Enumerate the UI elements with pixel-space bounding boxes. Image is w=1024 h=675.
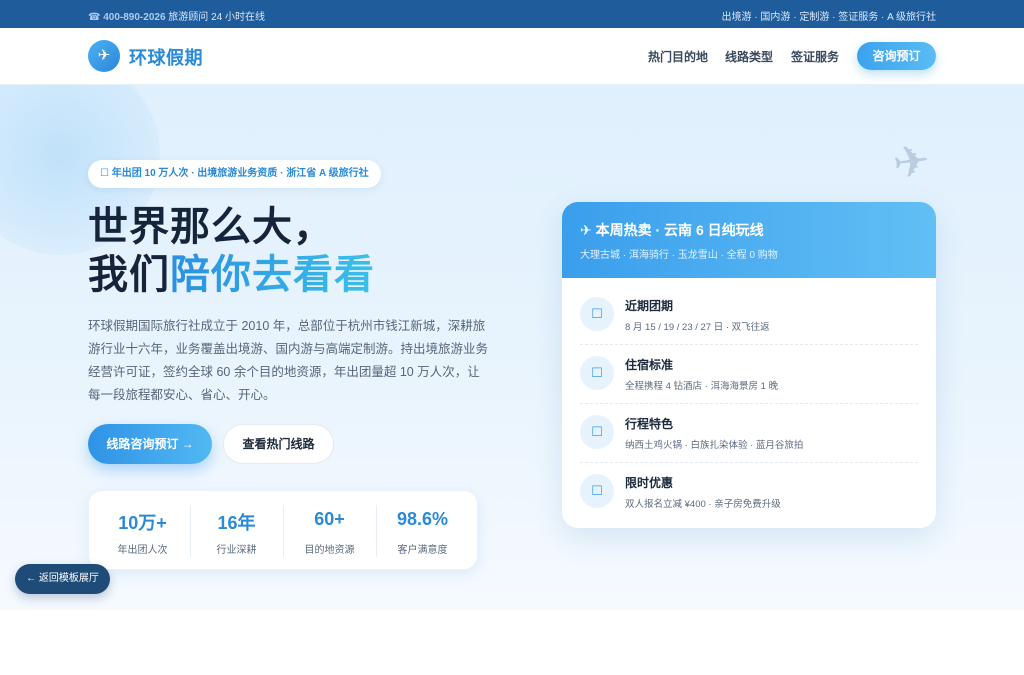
stat-label: 客户满意度 — [397, 545, 448, 556]
item-detail: 双人报名立减 ¥400 · 亲子房免费升级 — [625, 499, 781, 510]
headline-line-2: 我们陪你去看看 — [88, 251, 375, 299]
hotline-note: 旅游顾问 24 小时在线 — [165, 12, 265, 23]
back-to-gallery-button[interactable]: ← 返回模板展厅 — [15, 564, 110, 594]
stat-item: 60+ 目的地资源 — [283, 491, 376, 571]
hotel-icon: ☐ — [580, 356, 614, 390]
stat-label: 年出团人次 — [117, 545, 168, 556]
list-item: ☐ 限时优惠 双人报名立减 ¥400 · 亲子房免费升级 — [580, 464, 918, 522]
consult-booking-button[interactable]: 咨询预订 — [857, 42, 936, 70]
featured-route-card[interactable]: ✈ 本周热卖 · 云南 6 日纯玩线 大理古城 · 洱海骑行 · 玉龙雪山 · … — [562, 202, 936, 528]
list-item: ☐ 行程特色 纳西土鸡火锅 · 白族扎染体验 · 蓝月谷旅拍 — [580, 405, 918, 463]
stat-label: 目的地资源 — [304, 545, 355, 556]
nav-link-route-types[interactable]: 线路类型 — [725, 48, 773, 65]
hero-section: ✈ ☐ 年出团 10 万人次 · 出境旅游业务资质 · 浙江省 A 级旅行社 世… — [0, 85, 1024, 610]
item-detail: 全程携程 4 钻酒店 · 洱海海景房 1 晚 — [625, 381, 779, 392]
nav-link-visa[interactable]: 签证服务 — [791, 48, 839, 65]
credential-badge: ☐ 年出团 10 万人次 · 出境旅游业务资质 · 浙江省 A 级旅行社 — [88, 160, 381, 188]
item-title: 近期团期 — [625, 299, 674, 313]
stats-panel: 10万+ 年出团人次 16年 行业深耕 60+ 目的地资源 98.6% 客户满意… — [88, 490, 478, 570]
stat-label: 行业深耕 — [216, 545, 257, 556]
item-detail: 8 月 15 / 19 / 23 / 27 日 · 双飞往返 — [625, 322, 770, 333]
brand-name[interactable]: 环球假期 — [129, 44, 203, 70]
card-header: ✈ 本周热卖 · 云南 6 日纯玩线 大理古城 · 洱海骑行 · 玉龙雪山 · … — [562, 202, 936, 278]
top-info-bar: ☎ 400-890-2026 旅游顾问 24 小时在线 出境游 · 国内游 · … — [0, 0, 1024, 28]
card-title: ✈ 本周热卖 · 云南 6 日纯玩线 — [580, 222, 764, 238]
view-routes-button[interactable]: 查看热门线路 — [223, 424, 334, 464]
hotline-phone[interactable]: ☎ 400-890-2026 — [88, 12, 166, 23]
item-title: 住宿标准 — [625, 358, 674, 372]
main-navbar: ✈ 环球假期 热门目的地 线路类型 签证服务 咨询预订 — [0, 28, 1024, 85]
service-links: 出境游 · 国内游 · 定制游 · 签证服务 · A 级旅行社 — [721, 12, 936, 23]
list-item: ☐ 近期团期 8 月 15 / 19 / 23 / 27 日 · 双飞往返 — [580, 287, 918, 345]
company-description: 环球假期国际旅行社成立于 2010 年，总部位于杭州市钱江新城，深耕旅游行业十六… — [88, 319, 489, 402]
contact-info: ☎ 400-890-2026 旅游顾问 24 小时在线 — [88, 8, 265, 23]
item-title: 行程特色 — [625, 417, 674, 431]
item-detail: 纳西土鸡火锅 · 白族扎染体验 · 蓝月谷旅拍 — [625, 440, 804, 451]
stat-item: 16年 行业深耕 — [190, 491, 283, 571]
calendar-icon: ☐ — [580, 297, 614, 331]
stat-item: 10万+ 年出团人次 — [96, 491, 189, 571]
nav-link-destinations[interactable]: 热门目的地 — [648, 48, 708, 65]
plane-icon[interactable]: ✈ — [88, 40, 120, 72]
stat-value: 60+ — [314, 509, 345, 529]
card-subtitle: 大理古城 · 洱海骑行 · 玉龙雪山 · 全程 0 购物 — [580, 250, 778, 261]
route-consult-button[interactable]: 线路咨询预订 → — [88, 424, 212, 464]
plane-icon: ✈ — [889, 135, 934, 190]
headline-prefix: 我们 — [88, 253, 170, 297]
headline-line-1: 世界那么大， — [88, 205, 334, 249]
item-title: 限时优惠 — [625, 476, 674, 490]
list-item: ☐ 住宿标准 全程携程 4 钻酒店 · 洱海海景房 1 晚 — [580, 346, 918, 404]
stat-value: 16年 — [217, 513, 256, 533]
feature-icon: ☐ — [580, 415, 614, 449]
stat-value: 10万+ — [118, 513, 167, 533]
stat-item: 98.6% 客户满意度 — [376, 491, 469, 571]
headline-accent: 陪你去看看 — [170, 253, 375, 297]
stat-value: 98.6% — [396, 509, 449, 529]
hero-headline: 世界那么大， 我们陪你去看看 — [88, 203, 375, 299]
discount-icon: ☐ — [580, 474, 614, 508]
